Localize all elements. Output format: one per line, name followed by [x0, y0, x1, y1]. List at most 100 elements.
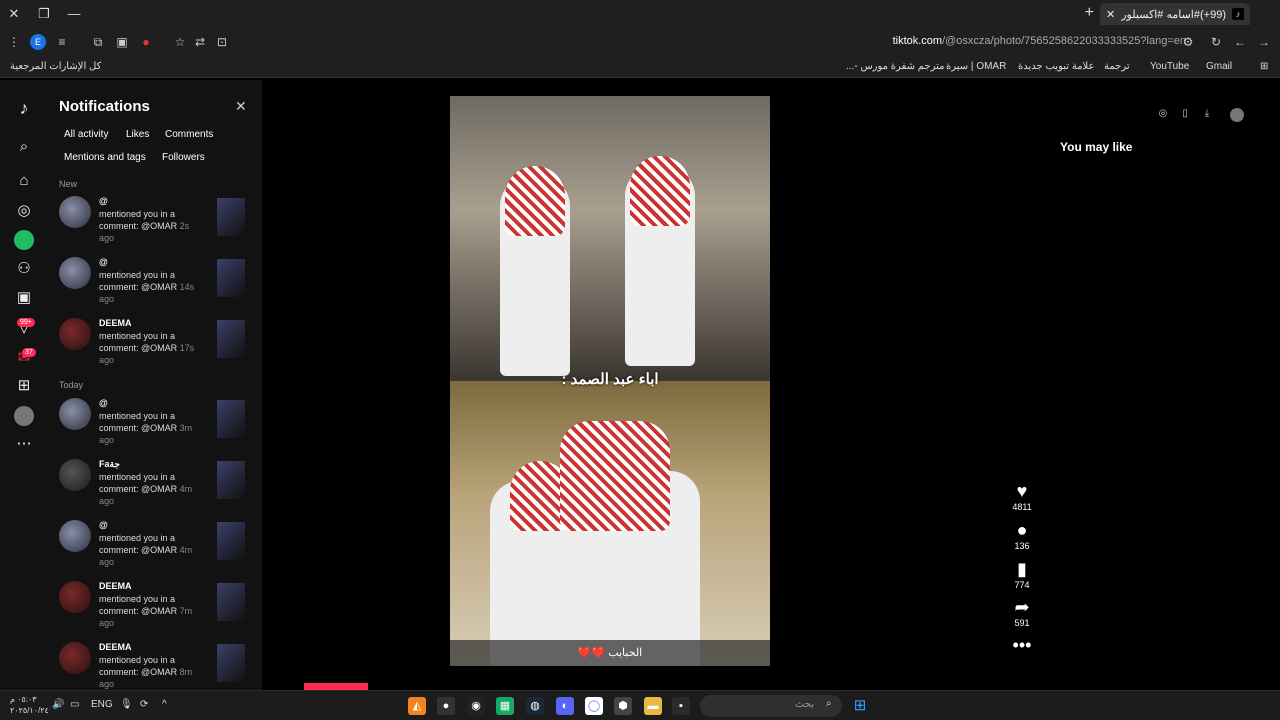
filter-likes[interactable]: Likes [126, 129, 149, 140]
friends-icon[interactable]: ⚇ [14, 259, 34, 279]
notification-thumbnail[interactable] [217, 644, 245, 682]
notification-thumbnail[interactable] [217, 259, 245, 297]
notification-item[interactable]: DEEMA mentioned you in a comment: @OMAR 8… [59, 642, 249, 690]
bookmark-new-tab[interactable]: علامة تبويب جديدة [1018, 61, 1094, 72]
notification-item[interactable]: DEEMA mentioned you in a comment: @OMAR 1… [59, 318, 249, 378]
more-options[interactable]: ••• [1007, 635, 1037, 656]
notification-thumbnail[interactable] [217, 583, 245, 621]
notification-item[interactable]: DEEMA mentioned you in a comment: @OMAR 7… [59, 581, 249, 641]
notification-name[interactable]: DEEMA [99, 581, 132, 591]
upload-icon[interactable]: ⊞ [14, 376, 34, 396]
notification-item[interactable]: @ mentioned you in a comment: @OMAR 3m ag… [59, 398, 249, 458]
notification-name[interactable]: @ [99, 257, 108, 267]
sync-icon[interactable]: ⟳ [140, 699, 148, 710]
filter-followers[interactable]: Followers [162, 152, 205, 163]
apps-grid-icon[interactable]: ⊞ [1260, 61, 1268, 72]
screenshot-icon[interactable]: ⊡ [214, 34, 230, 50]
browser-tab[interactable]: ♪ (99+)#اسامه #اكسبلور #ترند #... ✕ [1100, 3, 1250, 25]
menu-icon[interactable]: ⋮ [6, 34, 22, 50]
live-icon[interactable]: ▣ [14, 288, 34, 308]
site-settings-icon[interactable]: ⚙ [1180, 34, 1196, 50]
notification-name[interactable]: @ [99, 196, 108, 206]
download-icon[interactable]: ⤓ [1200, 108, 1214, 122]
bookmark-translate[interactable]: ترجمة [1104, 61, 1130, 72]
bookmark-gmail[interactable]: Gmail [1206, 61, 1232, 72]
home-icon[interactable]: ⌂ [14, 171, 34, 191]
share-action[interactable]: ➦ 591 [1007, 597, 1037, 628]
bookmark-youtube[interactable]: YouTube [1150, 61, 1189, 72]
app-icon-game[interactable]: ● [437, 697, 455, 715]
post-photo[interactable]: اباء عبد الصمد : الحبايب ❤️❤️ [450, 96, 770, 666]
tiktok-logo-icon[interactable]: ♪ [14, 98, 34, 118]
tray-expand-icon[interactable]: ^ [162, 699, 167, 710]
discord-icon[interactable]: ◐ [556, 697, 574, 715]
notification-thumbnail[interactable] [217, 461, 245, 499]
reload-icon[interactable]: ↻ [1208, 34, 1224, 50]
comment-action[interactable]: ● 136 [1007, 520, 1037, 551]
notification-name[interactable]: Faجة [99, 459, 120, 470]
taskbar-search[interactable]: بحث [700, 695, 842, 717]
new-tab-button[interactable]: + [1085, 4, 1094, 22]
network-icon[interactable]: ▭ [70, 699, 79, 710]
bookmark-star-icon[interactable]: ☆ [172, 34, 188, 50]
more-icon[interactable]: ⋯ [14, 434, 34, 454]
minimize-window-icon[interactable]: — [64, 4, 84, 24]
coin-icon[interactable]: ◎ [1156, 108, 1170, 122]
avatar[interactable] [59, 257, 91, 289]
notification-name[interactable]: DEEMA [99, 318, 132, 328]
avatar[interactable] [59, 318, 91, 350]
clock[interactable]: ٠٥:٠٣ م ٢٠٢٥/١٠/٢٤ [10, 694, 49, 716]
close-icon[interactable]: ✕ [235, 98, 247, 115]
user-avatar-icon[interactable] [1230, 108, 1244, 122]
avatar[interactable] [59, 520, 91, 552]
search-icon[interactable]: ⌕ [826, 698, 832, 709]
bookmark-morse[interactable]: مترجم شفرة مورس -... [846, 61, 944, 72]
notification-item[interactable]: @ mentioned you in a comment: @OMAR 4m ag… [59, 520, 249, 580]
notification-thumbnail[interactable] [217, 522, 245, 560]
file-explorer-icon[interactable]: ▬ [644, 697, 662, 715]
filter-comments[interactable]: Comments [165, 129, 213, 140]
chrome-icon[interactable]: ◯ [585, 697, 603, 715]
language-indicator[interactable]: ENG [91, 699, 113, 710]
extensions-icon[interactable]: ⧉ [90, 34, 106, 50]
translate-page-icon[interactable]: ⇄ [192, 34, 208, 50]
opera-icon[interactable]: ● [138, 34, 154, 50]
filter-mentions[interactable]: Mentions and tags [64, 152, 146, 163]
explore-icon[interactable]: ◎ [14, 201, 34, 221]
avatar[interactable] [59, 196, 91, 228]
url-field[interactable]: tiktok.com/@osxcza/photo/756525862203333… [893, 35, 1186, 47]
playlist-icon[interactable]: ≡ [54, 34, 70, 50]
app-icon-excel[interactable]: ▦ [496, 697, 514, 715]
avatar[interactable] [59, 398, 91, 430]
notification-item[interactable]: @ mentioned you in a comment: @OMAR 2s ag… [59, 196, 249, 256]
notification-name[interactable]: DEEMA [99, 642, 132, 652]
windows-start-icon[interactable]: ⊞ [851, 697, 869, 715]
filter-all-activity[interactable]: All activity [64, 129, 108, 140]
notification-item[interactable]: @ mentioned you in a comment: @OMAR 14s a… [59, 257, 249, 317]
notification-thumbnail[interactable] [217, 400, 245, 438]
avatar[interactable] [59, 581, 91, 613]
volume-icon[interactable]: 🔊 [52, 699, 64, 710]
app-icon-orange[interactable]: ◭ [408, 697, 426, 715]
close-window-icon[interactable]: ✕ [4, 4, 24, 24]
notification-name[interactable]: @ [99, 520, 108, 530]
avatar[interactable] [59, 459, 91, 491]
following-avatar-icon[interactable] [14, 230, 34, 250]
notification-thumbnail[interactable] [217, 320, 245, 358]
steam-icon[interactable]: ◍ [526, 697, 544, 715]
extension-e-icon[interactable]: E [30, 34, 46, 50]
search-icon[interactable]: ⌕ [14, 137, 34, 157]
app-icon-cube[interactable]: ⬢ [614, 697, 632, 715]
mic-icon[interactable]: 🎙 [120, 699, 133, 710]
notification-item[interactable]: Faجة mentioned you in a comment: @OMAR 4m… [59, 459, 249, 519]
forward-icon[interactable]: → [1256, 34, 1272, 50]
profile-avatar-icon[interactable] [14, 406, 34, 426]
tab-close-icon[interactable]: ✕ [1106, 8, 1115, 21]
back-icon[interactable]: ← [1232, 34, 1248, 50]
notification-name[interactable]: @ [99, 398, 108, 408]
avatar[interactable] [59, 642, 91, 674]
bookmark-all[interactable]: كل الإشارات المرجعية [10, 61, 101, 72]
translate-ext-icon[interactable]: ▣ [114, 34, 130, 50]
device-icon[interactable]: ▯ [1178, 108, 1192, 122]
bookmark-omar[interactable]: OMAR | سيرة [946, 61, 1006, 72]
